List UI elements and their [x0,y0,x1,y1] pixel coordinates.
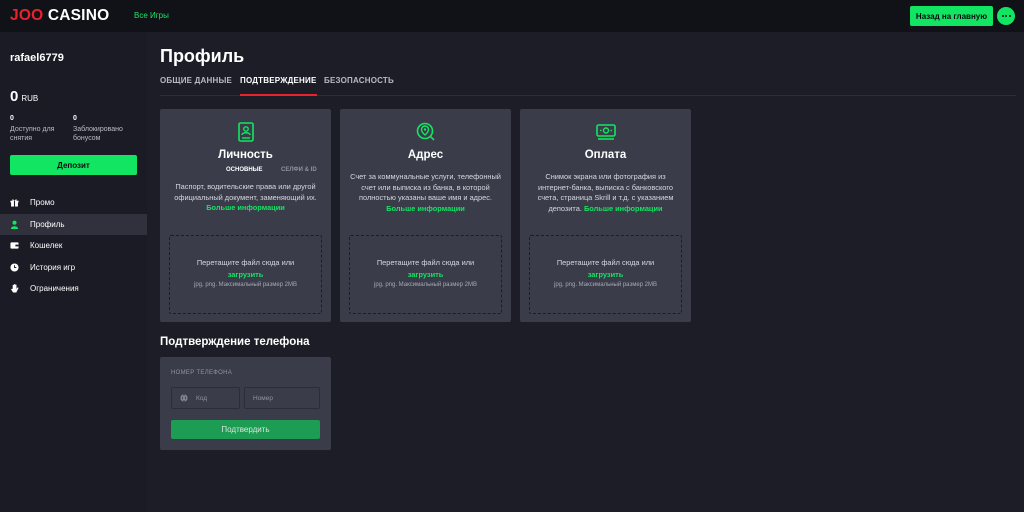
bonus-locked-value: 0 [73,115,77,122]
sidebar-item-wallet[interactable]: Кошелек [0,235,147,256]
tab-verification[interactable]: ПОДТВЕРЖДЕНИЕ [240,76,317,96]
more-menu-button[interactable] [997,7,1015,25]
dropzone-text: Перетащите файл сюда или [196,258,295,267]
more-info-link[interactable]: Больше информации [386,204,465,213]
user-icon [10,220,19,229]
gift-icon [10,198,19,207]
phone-verification-title: Подтверждение телефона [160,336,310,348]
dropzone-text: Перетащите файл сюда или [556,258,655,267]
file-dropzone[interactable]: Перетащите файл сюда или загрузить jpg, … [529,235,682,314]
withdrawable-label: Доступно для снятия [10,126,55,142]
phone-verification-card: НОМЕР ТЕЛЕФОНА Код Номер Подтвердить [160,357,331,450]
sidebar-item-limits[interactable]: Ограничения [0,278,147,299]
balance-value: 0 [10,88,19,105]
page-title: Профиль [160,46,245,66]
subtab-selfie-id[interactable]: СЕЛФИ & ID [281,167,317,173]
location-icon [415,121,437,143]
sidebar-item-label: Промо [30,198,55,207]
profile-tabs: ОБЩИЕ ДАННЫЕ ПОДТВЕРЖДЕНИЕ БЕЗОПАСНОСТЬ [160,76,1016,96]
dropzone-hint: jpg, png. Максимальный размер 2MB [553,282,658,288]
sidebar-item-game-history[interactable]: История игр [0,257,147,278]
bonus-locked-stat: 0 Заблокировано бонусом [73,114,133,143]
more-info-link[interactable]: Больше информации [584,204,663,213]
upload-link[interactable]: загрузить [170,270,321,279]
address-card: Адрес Счет за коммунальные услуги, телеф… [340,109,511,322]
deposit-button[interactable]: Депозит [10,155,137,175]
back-home-button[interactable]: Назад на главную [910,6,993,26]
country-code-placeholder: Код [196,394,208,402]
card-description: Счет за коммунальные услуги, телефонный … [350,172,501,214]
top-header: JOO CASINO Все Игры Назад на главную [0,0,1024,32]
upload-link[interactable]: загрузить [350,270,501,279]
identity-card: Личность ОСНОВНЫЕ СЕЛФИ & ID Паспорт, во… [160,109,331,322]
clock-icon [10,262,19,272]
file-dropzone[interactable]: Перетащите файл сюда или загрузить jpg, … [169,235,322,314]
bonus-locked-label: Заблокировано бонусом [73,126,123,142]
confirm-phone-button[interactable]: Подтвердить [171,420,320,439]
card-title: Оплата [584,149,627,161]
logo-joo: JOO [10,7,44,24]
globe-icon [180,394,188,402]
hand-icon [10,284,19,293]
card-title: Адрес [407,149,444,161]
card-description-text: Счет за коммунальные услуги, телефонный … [350,172,501,202]
sidebar-menu: Промо Профиль Кошелек История игр Ограни… [0,192,147,300]
sidebar-item-profile[interactable]: Профиль [0,213,147,235]
phone-number-input[interactable]: Номер [244,387,320,409]
tab-security[interactable]: БЕЗОПАСНОСТЬ [324,76,394,96]
country-code-input[interactable]: Код [171,387,240,409]
wallet-icon [10,241,19,250]
identity-subtabs: ОСНОВНЫЕ СЕЛФИ & ID [160,167,331,177]
card-description: Паспорт, водительские права или другой о… [170,182,321,214]
more-info-link[interactable]: Больше информации [206,203,285,212]
sidebar-item-label: Профиль [30,219,65,229]
sidebar-item-promo[interactable]: Промо [0,192,147,213]
logo-casino: CASINO [47,7,110,24]
card-description: Снимок экрана или фотография из интернет… [530,172,681,214]
payment-icon [595,121,617,143]
balance-currency: RUB [21,94,39,103]
phone-number-placeholder: Номер [253,394,274,402]
balance: 0 RUB [10,88,38,105]
file-dropzone[interactable]: Перетащите файл сюда или загрузить jpg, … [349,235,502,314]
dropzone-hint: jpg, png. Максимальный размер 2MB [193,282,298,288]
sidebar-item-label: История игр [30,262,76,272]
subtab-basic[interactable]: ОСНОВНЫЕ [226,167,263,173]
id-document-icon [235,121,257,143]
dots-icon [1001,15,1004,17]
payment-card: Оплата Снимок экрана или фотография из и… [520,109,691,322]
card-title: Личность [218,149,273,161]
sidebar-item-label: Ограничения [30,284,79,293]
card-description-text: Паспорт, водительские права или другой о… [174,182,317,202]
dropzone-text: Перетащите файл сюда или [376,258,475,267]
sidebar-item-label: Кошелек [30,241,63,250]
dropzone-hint: jpg, png. Максимальный размер 2MB [373,282,478,288]
logo[interactable]: JOO CASINO [10,7,109,25]
withdrawable-value: 0 [10,115,14,122]
sidebar: rafael6779 0 RUB 0 Доступно для снятия 0 … [0,32,147,512]
username: rafael6779 [10,52,64,64]
tab-general-data[interactable]: ОБЩИЕ ДАННЫЕ [160,76,232,96]
withdrawable-stat: 0 Доступно для снятия [10,114,70,143]
upload-link[interactable]: загрузить [530,270,681,279]
phone-number-label: НОМЕР ТЕЛЕФОНА [171,370,233,376]
nav-all-games-link[interactable]: Все Игры [134,11,169,20]
